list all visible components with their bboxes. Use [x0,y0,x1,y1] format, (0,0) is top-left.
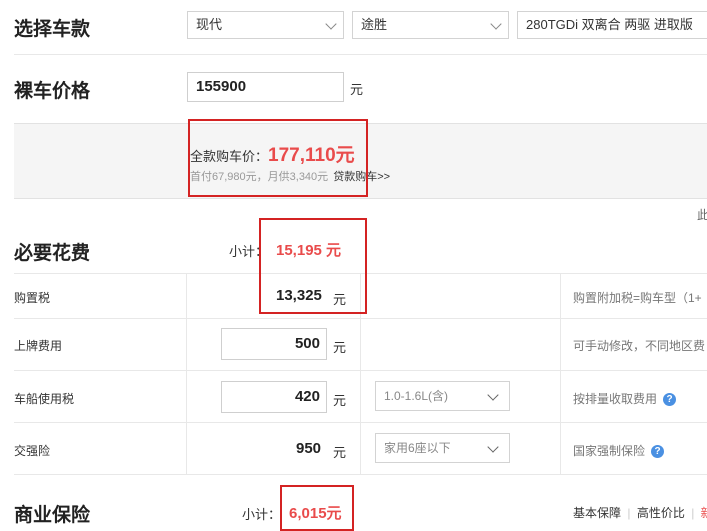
commercial-subtotal-highlight [280,485,354,531]
registration-fee-note: 可手动修改，不同地区费 [573,339,706,353]
chevron-down-icon [487,441,499,453]
seat-type-select-value: 家用6座以下 [384,441,451,455]
chevron-down-icon [490,18,502,30]
commercial-insurance-title: 商业保险 [14,505,91,526]
compulsory-insurance-note-text: 国家强制保险 [573,444,646,458]
brand-select-value: 现代 [196,17,223,32]
tab-separator: | [691,506,695,520]
chevron-down-icon [325,18,337,30]
base-price-input[interactable]: 155900 [187,72,344,102]
chevron-down-icon [487,389,499,401]
insurance-plan-tabs: 基本保障 | 高性价比 | 新车 [573,504,707,521]
compulsory-insurance-unit: 元 [333,445,347,460]
base-price-title: 裸车价格 [14,81,91,102]
divider [14,474,707,475]
model-select-value: 途胜 [361,17,388,32]
vehicle-tax-input[interactable]: 420 [221,381,327,413]
help-icon[interactable]: ? [663,393,677,407]
required-fees-title: 必要花费 [14,243,91,264]
divider [14,54,707,55]
required-fees-highlight [259,218,367,314]
column-divider [560,273,561,474]
base-price-unit: 元 [350,82,364,97]
commercial-subtotal-label: 小计： [242,507,282,522]
purchase-tax-note: 购置附加税=购车型（1+ [573,291,702,305]
select-car-title: 选择车款 [14,19,91,40]
help-icon[interactable]: ? [651,445,665,459]
edge-text: 此 [697,208,707,222]
full-price-highlight [188,119,368,197]
displacement-select-value: 1.0-1.6L(含) [384,389,449,403]
registration-fee-input[interactable]: 500 [221,328,327,360]
compulsory-insurance-label: 交强险 [14,444,51,458]
trim-select-value: 280TGDi 双离合 两驱 进取版 [526,17,693,32]
column-divider [186,273,187,474]
vehicle-tax-unit: 元 [333,393,347,408]
vehicle-tax-value: 420 [294,388,320,405]
trim-select[interactable]: 280TGDi 双离合 两驱 进取版 [517,11,707,39]
compulsory-insurance-value: 950 [296,440,322,457]
vehicle-tax-label: 车船使用税 [14,392,75,406]
tab-basic[interactable]: 基本保障 [573,506,621,520]
tab-value[interactable]: 高性价比 [637,506,685,520]
compulsory-insurance-note: 国家强制保险? [573,442,665,459]
displacement-select[interactable]: 1.0-1.6L(含) [375,381,510,411]
tab-separator: | [627,506,631,520]
brand-select[interactable]: 现代 [187,11,344,39]
seat-type-select[interactable]: 家用6座以下 [375,433,510,463]
vehicle-tax-note-text: 按排量收取费用 [573,392,658,406]
vehicle-tax-note: 按排量收取费用? [573,390,677,407]
purchase-tax-label: 购置税 [14,291,51,305]
registration-fee-label: 上牌费用 [14,339,63,353]
base-price-value: 155900 [196,78,247,95]
model-select[interactable]: 途胜 [352,11,509,39]
registration-fee-unit: 元 [333,340,347,355]
registration-fee-value: 500 [294,335,320,352]
tab-new-car[interactable]: 新车 [701,506,707,520]
